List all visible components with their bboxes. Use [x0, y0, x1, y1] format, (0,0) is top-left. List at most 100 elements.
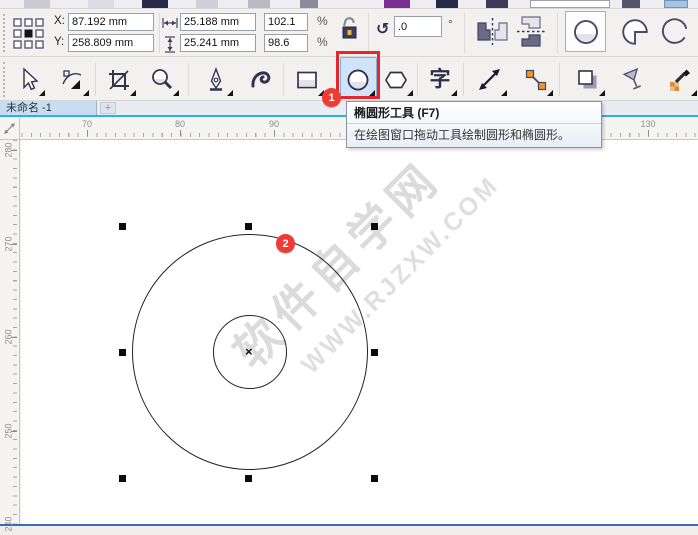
x-label: X: [54, 15, 65, 27]
lock-ratio-icon[interactable] [340, 16, 359, 41]
tool-pen[interactable] [196, 60, 236, 99]
tooltip-title: 椭圆形工具 (F7) [347, 102, 601, 124]
y-position-input[interactable] [68, 34, 154, 52]
object-width-icon [162, 17, 178, 29]
rectangle-shape-icon [294, 67, 320, 93]
toolbar-button-partial[interactable] [664, 0, 688, 8]
standard-toolbar-partial [0, 0, 698, 9]
x-position-input[interactable] [68, 13, 154, 31]
toolbar-button-partial[interactable] [142, 0, 168, 8]
toolbar-button-partial[interactable] [300, 0, 318, 8]
rotation-angle-input[interactable] [394, 16, 442, 37]
selection-handle-ne[interactable] [371, 223, 378, 230]
y-label: Y: [54, 36, 64, 48]
selection-handle-n[interactable] [245, 223, 252, 230]
scale-vertical-input[interactable] [264, 34, 308, 52]
drawing-canvas[interactable]: 软件自学网 WWW.RJZXW.COM × [21, 140, 698, 526]
object-height-icon [164, 36, 176, 53]
pen-nib-icon [203, 67, 229, 93]
separator [159, 13, 160, 53]
toolbar-button-partial[interactable] [88, 0, 114, 8]
ruler-label: 260 [0, 326, 18, 348]
toolbar-field-partial[interactable] [530, 0, 610, 8]
selection-handle-s[interactable] [245, 475, 252, 482]
vertical-ruler[interactable]: 280 270 260 250 240 [0, 140, 20, 526]
new-document-tab-button[interactable]: + [100, 102, 116, 114]
tooltip-body: 在绘图窗口拖动工具绘制圆形和椭圆形。 [347, 124, 601, 147]
ruler-origin-corner[interactable] [0, 117, 20, 140]
scale-horizontal-input[interactable] [264, 13, 308, 31]
ruler-label: 70 [75, 119, 99, 129]
separator [464, 13, 465, 53]
percent-sign-bottom: % [317, 35, 328, 49]
object-position-grid-icon[interactable] [12, 17, 45, 50]
magnifier-icon [149, 67, 175, 93]
tool-rectangle[interactable] [287, 60, 327, 99]
tool-shape[interactable] [52, 60, 92, 99]
separator [417, 63, 418, 96]
toolbar-grip[interactable] [3, 14, 5, 52]
object-width-input[interactable] [180, 13, 256, 31]
toolbar-grip[interactable] [3, 62, 5, 97]
toolbar-button-partial[interactable] [486, 0, 508, 8]
tool-zoom[interactable] [142, 60, 182, 99]
shape-node-icon [59, 67, 85, 93]
wine-glass-icon [621, 67, 647, 93]
toolbar-button-partial[interactable] [24, 0, 50, 8]
ellipse-shape-icon [572, 18, 600, 46]
toolbar-button-partial[interactable] [248, 0, 270, 8]
artistic-swirl-icon [249, 67, 275, 93]
tab-untitled-1[interactable]: 未命名 -1 [0, 101, 97, 115]
ruler-label: 130 [636, 119, 660, 129]
eyedropper-icon [667, 67, 693, 93]
mirror-horizontal-button[interactable] [474, 15, 511, 48]
separator [557, 13, 558, 53]
mirror-vertical-button[interactable] [514, 14, 548, 49]
selection-handle-w[interactable] [119, 349, 126, 356]
tool-color-eyedropper[interactable] [660, 60, 698, 99]
toolbar-button-partial[interactable] [436, 0, 458, 8]
tool-connector[interactable] [516, 60, 556, 99]
ruler-label: 280 [0, 139, 18, 161]
tool-artistic-media[interactable] [242, 60, 282, 99]
selection-handle-e[interactable] [371, 349, 378, 356]
tool-transparency[interactable] [614, 60, 654, 99]
ruler-origin-icon [3, 122, 16, 135]
arc-state-button[interactable] [660, 17, 690, 47]
separator [463, 63, 464, 96]
pie-state-button[interactable] [620, 17, 650, 47]
tool-text[interactable]: 字 [420, 60, 460, 99]
dimension-arrow-icon [477, 67, 503, 93]
toolbar-button-partial[interactable] [622, 0, 640, 8]
separator [188, 63, 189, 96]
ruler-label: 80 [168, 119, 192, 129]
separator [283, 63, 284, 96]
separator [559, 63, 560, 96]
toolbar-button-partial[interactable] [196, 0, 218, 8]
tool-drop-shadow[interactable] [568, 60, 608, 99]
text-tool-icon: 字 [430, 69, 451, 90]
degree-symbol: ° [448, 17, 453, 31]
ruler-label: 90 [262, 119, 286, 129]
selection-handle-sw[interactable] [119, 475, 126, 482]
tool-crop[interactable] [99, 60, 139, 99]
object-center-mark: × [245, 344, 253, 359]
object-height-input[interactable] [180, 34, 256, 52]
separator [95, 63, 96, 96]
ellipse-state-button[interactable] [565, 11, 606, 52]
drop-shadow-icon [575, 67, 601, 93]
annotation-badge-2: 2 [276, 234, 295, 253]
tool-pick[interactable] [8, 60, 48, 99]
property-bar: X: Y: % % ↺ [0, 9, 698, 57]
tool-dimension[interactable] [470, 60, 510, 99]
app-window: X: Y: % % ↺ [0, 0, 698, 526]
polygon-shape-icon [383, 67, 409, 93]
selection-handle-se[interactable] [371, 475, 378, 482]
selection-handle-nw[interactable] [119, 223, 126, 230]
rotate-icon[interactable]: ↺ [376, 19, 389, 39]
pick-arrow-icon [15, 67, 41, 93]
tool-polygon[interactable] [376, 60, 416, 99]
separator [368, 13, 369, 53]
toolbar-button-partial[interactable] [384, 0, 410, 8]
connector-icon [523, 67, 549, 93]
